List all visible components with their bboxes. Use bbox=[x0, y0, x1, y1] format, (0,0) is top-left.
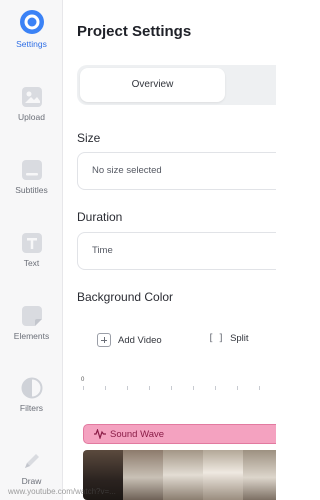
ruler-tick bbox=[83, 386, 84, 390]
watermark-text: www.youtube.com/watch?v=... bbox=[8, 487, 116, 496]
settings-icon bbox=[19, 10, 44, 34]
main-panel: Project Settings Overview Size No size s… bbox=[63, 0, 276, 500]
draw-icon bbox=[24, 454, 39, 468]
add-video-label: Add Video bbox=[118, 334, 162, 346]
sound-wave-label: Sound Wave bbox=[110, 428, 165, 440]
ruler-tick bbox=[127, 386, 128, 390]
ruler-tick bbox=[171, 386, 172, 390]
ruler-tick bbox=[149, 386, 150, 390]
size-label: Size bbox=[77, 131, 101, 145]
duration-label: Duration bbox=[77, 210, 123, 224]
sidebar-item-filters[interactable]: Filters bbox=[0, 377, 63, 413]
sidebar: Settings Upload Subtitles Text Elements bbox=[0, 0, 63, 500]
sidebar-item-settings[interactable]: Settings bbox=[0, 9, 63, 49]
sound-wave-icon bbox=[94, 429, 106, 439]
elements-icon bbox=[21, 306, 42, 326]
sidebar-item-subtitles[interactable]: Subtitles bbox=[0, 159, 63, 195]
tab-bar: Overview bbox=[77, 65, 276, 105]
sidebar-item-label: Filters bbox=[19, 403, 44, 413]
sidebar-item-label: Settings bbox=[16, 39, 47, 49]
sidebar-item-label: Upload bbox=[18, 112, 45, 122]
tab-overview[interactable]: Overview bbox=[80, 68, 225, 102]
video-frame bbox=[243, 450, 276, 500]
ruler-tick bbox=[259, 386, 260, 390]
ruler-tick bbox=[193, 386, 194, 390]
video-frame bbox=[163, 450, 203, 500]
subtitles-icon bbox=[21, 160, 42, 180]
split-label: Split bbox=[230, 333, 249, 344]
split-button[interactable]: [ ] Split bbox=[208, 333, 249, 344]
sidebar-item-draw[interactable]: Draw bbox=[0, 450, 63, 486]
sidebar-item-label: Draw bbox=[21, 476, 42, 486]
video-frame bbox=[203, 450, 243, 500]
upload-icon bbox=[21, 87, 42, 107]
ruler-tick bbox=[237, 386, 238, 390]
ruler-tick bbox=[105, 386, 106, 390]
background-color-label: Background Color bbox=[77, 290, 174, 304]
sidebar-item-upload[interactable]: Upload bbox=[0, 86, 63, 122]
timeline-ruler bbox=[83, 386, 276, 392]
sidebar-item-label: Elements bbox=[13, 331, 50, 341]
sidebar-item-label: Subtitles bbox=[15, 185, 48, 195]
page-title: Project Settings bbox=[77, 23, 192, 40]
sidebar-item-elements[interactable]: Elements bbox=[0, 305, 63, 341]
filters-icon bbox=[21, 377, 42, 399]
sidebar-item-label: Text bbox=[23, 258, 40, 268]
size-select[interactable]: No size selected bbox=[77, 152, 276, 190]
split-icon: [ ] bbox=[208, 333, 224, 344]
add-icon bbox=[97, 333, 111, 347]
ruler-zero-label: 0 bbox=[81, 377, 85, 383]
ruler-tick bbox=[215, 386, 216, 390]
duration-input[interactable]: Time bbox=[77, 232, 276, 270]
sound-wave-track[interactable]: Sound Wave bbox=[83, 424, 276, 444]
video-frame bbox=[123, 450, 163, 500]
sidebar-item-text[interactable]: Text bbox=[0, 232, 63, 268]
text-icon bbox=[21, 233, 42, 253]
add-video-button[interactable]: Add Video bbox=[97, 333, 162, 347]
